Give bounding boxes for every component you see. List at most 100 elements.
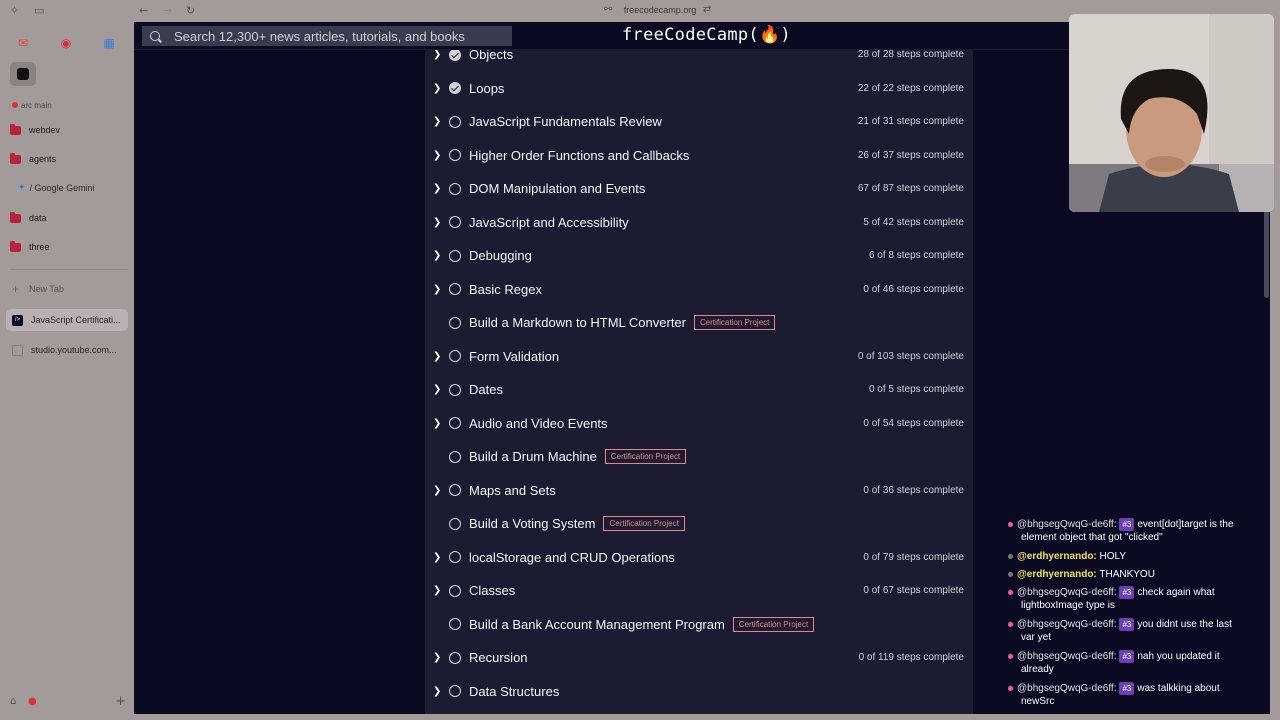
reload-icon[interactable]: ↻ xyxy=(186,4,195,17)
chevron-right-icon[interactable]: ❯ xyxy=(433,418,445,429)
curriculum-row[interactable]: ❯ Maps and Sets 0 of 36 steps complete xyxy=(425,474,973,507)
folder-label: agents xyxy=(29,154,57,164)
folder-three[interactable]: three xyxy=(10,236,128,258)
chevron-right-icon[interactable]: ❯ xyxy=(433,83,445,94)
curriculum-row[interactable]: ❯ JavaScript Fundamentals Review 21 of 31 … xyxy=(425,105,973,138)
pinned-app-icon[interactable] xyxy=(10,62,36,86)
chevron-right-icon[interactable]: ❯ xyxy=(433,284,445,295)
curriculum-row[interactable]: ❯ Recursion 0 of 119 steps complete xyxy=(425,641,973,674)
chat-message: @bhgsegQwqG-de6ff: #3 was talkking about ne… xyxy=(1008,682,1276,708)
curriculum-title[interactable]: Loops xyxy=(469,81,504,96)
curriculum-title[interactable]: localStorage and CRUD Operations xyxy=(469,550,675,565)
curriculum-row[interactable]: ❯ Data Structures xyxy=(425,675,973,708)
curriculum-row[interactable]: ❯ Audio and Video Events 0 of 54 steps com… xyxy=(425,407,973,440)
curriculum-title[interactable]: Classes xyxy=(469,583,515,598)
tab-youtube-studio[interactable]: studio.youtube.com... xyxy=(6,339,128,361)
curriculum-title[interactable]: DOM Manipulation and Events xyxy=(469,181,645,196)
steps-complete: 0 of 119 steps complete xyxy=(858,652,964,663)
curriculum-title[interactable]: Objects xyxy=(469,50,513,62)
chat-badge-icon xyxy=(1008,685,1013,691)
curriculum-row[interactable]: Build a Drum Machine Certification Projec… xyxy=(425,440,973,473)
curriculum-title-text: Build a Voting System xyxy=(469,516,596,531)
steps-complete: 5 of 42 steps complete xyxy=(863,216,964,228)
curriculum-title[interactable]: Build a Markdown to HTML Converter Certif… xyxy=(469,315,776,330)
curriculum-title[interactable]: Maps and Sets xyxy=(469,483,556,498)
chevron-right-icon[interactable]: ❯ xyxy=(433,217,445,228)
curriculum-row[interactable]: ❯ Loops 22 of 22 steps complete xyxy=(425,72,973,105)
curriculum-title[interactable]: Basic Regex xyxy=(469,282,542,297)
space-switcher-icon[interactable]: ● xyxy=(28,696,37,707)
chevron-right-icon[interactable]: ❯ xyxy=(433,485,445,496)
new-space-icon[interactable]: + xyxy=(115,694,126,709)
chat-rank-badge: #3 xyxy=(1119,518,1135,531)
curriculum-title[interactable]: JavaScript Fundamentals Review xyxy=(469,114,662,129)
chat-text: you didnt use the last xyxy=(1137,619,1232,630)
chevron-right-icon[interactable]: ❯ xyxy=(433,150,445,161)
tab-label: JavaScript Certificati... xyxy=(31,315,121,325)
empty-circle-icon xyxy=(449,551,461,563)
curriculum-row[interactable]: Build a Voting System Certification Proje… xyxy=(425,507,973,540)
site-settings-icon[interactable]: ⇄ xyxy=(703,4,711,15)
folder-data[interactable]: data xyxy=(10,207,128,229)
chevron-right-icon[interactable]: ❯ xyxy=(433,384,445,395)
sidebar-toggle-icon[interactable]: ▭ xyxy=(34,4,44,17)
curriculum-title[interactable]: Debugging xyxy=(469,248,532,263)
address-bar[interactable]: freecodecamp.org xyxy=(600,5,720,15)
chat-username: @bhgsegQwqG-de6ff: xyxy=(1017,587,1117,598)
curriculum-title-text: Form Validation xyxy=(469,348,560,364)
curriculum-row[interactable]: ❯ Form Validation 0 of 103 steps complete xyxy=(425,340,973,373)
folder-icon xyxy=(10,211,21,223)
pinned-record-icon[interactable]: ◉ xyxy=(53,30,79,56)
curriculum-title[interactable]: Form Validation xyxy=(469,349,559,364)
chevron-right-icon[interactable]: ❯ xyxy=(433,652,445,663)
curriculum-row[interactable]: Build a Bank Account Management Program C… xyxy=(425,608,973,641)
curriculum-title[interactable]: Data Structures xyxy=(469,684,559,699)
chevron-right-icon[interactable]: ❯ xyxy=(433,585,445,596)
curriculum-row[interactable]: ❯ Higher Order Functions and Callbacks 26 … xyxy=(425,139,973,172)
curriculum-title[interactable]: Recursion xyxy=(469,650,528,665)
pinned-gmail-icon[interactable]: ✉ xyxy=(10,30,36,56)
curriculum-row[interactable]: ❯ Classes 0 of 67 steps complete xyxy=(425,574,973,607)
curriculum-row[interactable]: ❯ Basic Regex 0 of 46 steps complete xyxy=(425,273,973,306)
curriculum-row[interactable]: ❯ localStorage and CRUD Operations 0 of 79… xyxy=(425,541,973,574)
folder-agents[interactable]: agents xyxy=(10,148,128,170)
curriculum-title[interactable]: JavaScript and Accessibility xyxy=(469,215,629,230)
curriculum-row[interactable]: ❯ Debugging 6 of 8 steps complete xyxy=(425,239,973,272)
chevron-right-icon[interactable]: ❯ xyxy=(433,552,445,563)
new-tab-button[interactable]: + New Tab xyxy=(12,282,64,296)
curriculum-row[interactable]: ❯ JavaScript and Accessibility 5 of 42 ste… xyxy=(425,206,973,239)
chevron-right-icon[interactable]: ❯ xyxy=(433,50,445,60)
curriculum-title[interactable]: Build a Voting System Certification Proje… xyxy=(469,516,685,531)
chevron-right-icon[interactable]: ❯ xyxy=(433,183,445,194)
tab-javascript-certification[interactable]: /> JavaScript Certificati... xyxy=(6,309,128,331)
curriculum-row[interactable]: ❯ DOM Manipulation and Events 67 of 87 ste… xyxy=(425,172,973,205)
forward-icon[interactable]: → xyxy=(163,4,172,17)
steps-complete: 0 of 46 steps complete xyxy=(863,283,964,295)
archive-icon[interactable]: ⌂ xyxy=(10,696,16,707)
back-icon[interactable]: ← xyxy=(139,4,148,17)
chat-badge-icon xyxy=(1008,521,1013,527)
curriculum-row[interactable]: ❯ Objects 28 of 28 steps complete xyxy=(425,50,973,71)
chat-rank-badge: #3 xyxy=(1119,618,1135,631)
curriculum-title[interactable]: Audio and Video Events xyxy=(469,416,608,431)
chevron-right-icon[interactable]: ❯ xyxy=(433,250,445,261)
chevron-right-icon[interactable]: ❯ xyxy=(433,686,445,697)
search-bar[interactable] xyxy=(142,26,512,46)
curriculum-row[interactable]: Build a Markdown to HTML Converter Certif… xyxy=(425,306,973,339)
folder-webdev[interactable]: webdev xyxy=(10,119,128,141)
curriculum-title[interactable]: Build a Bank Account Management Program C… xyxy=(469,616,815,632)
pinned-calendar-icon[interactable]: ▦ xyxy=(96,30,122,56)
search-input[interactable] xyxy=(174,28,504,44)
curriculum-title[interactable]: Dates xyxy=(469,382,503,397)
arc-menu-icon[interactable]: ✧ xyxy=(10,4,19,17)
tab-google-gemini[interactable]: ✦ / Google Gemini xyxy=(18,178,95,198)
fcc-logo[interactable]: freeCodeCamp(🔥) xyxy=(622,25,791,45)
curriculum-row[interactable]: ❯ Dates 0 of 5 steps complete xyxy=(425,373,973,406)
curriculum-title[interactable]: Higher Order Functions and Callbacks xyxy=(469,148,689,163)
chevron-right-icon[interactable]: ❯ xyxy=(433,116,445,127)
curriculum-title[interactable]: Build a Drum Machine Certification Projec… xyxy=(469,449,687,464)
chat-text-continued: already xyxy=(1021,664,1054,675)
steps-complete: 0 of 5 steps complete xyxy=(868,384,964,395)
chevron-right-icon[interactable]: ❯ xyxy=(433,351,445,362)
curriculum-title-text: Objects xyxy=(469,50,514,62)
